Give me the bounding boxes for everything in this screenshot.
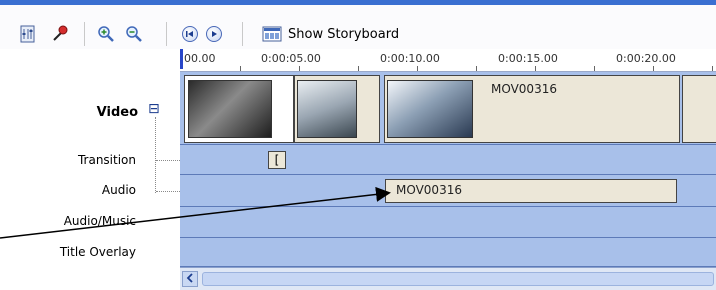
- annotation-arrow: [0, 186, 391, 239]
